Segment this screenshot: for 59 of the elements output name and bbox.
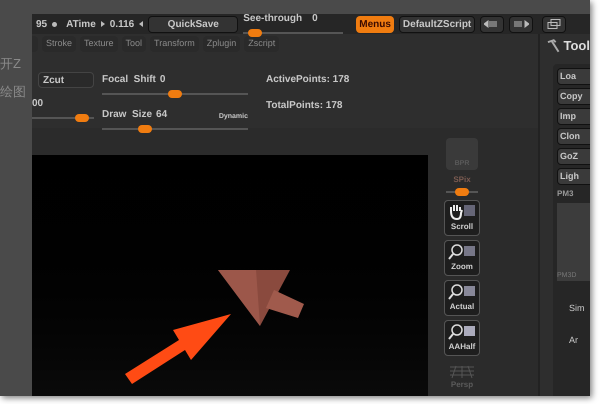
- background-text: 绘图: [0, 82, 27, 100]
- menu-tab[interactable]: Tool: [122, 36, 146, 52]
- background-text: 开Z: [0, 55, 22, 73]
- scroll-right-button[interactable]: [509, 16, 534, 32]
- scroll-left-button[interactable]: [480, 16, 504, 32]
- grid-icon: [448, 365, 476, 379]
- menu-toggle[interactable]: Menus: [356, 16, 394, 32]
- menu-tab[interactable]: Texture: [80, 36, 118, 52]
- slider-value: 00: [32, 97, 44, 111]
- point-count: TotalPoints: 178: [266, 99, 344, 113]
- slider-thumb[interactable]: [248, 29, 262, 37]
- hammer-icon: [546, 39, 560, 53]
- menu-tab[interactable]: Zplugin: [202, 36, 240, 52]
- slider-thumb[interactable]: [168, 90, 182, 98]
- windows-icon: [547, 19, 562, 29]
- magnifier-icon: [448, 323, 476, 341]
- slider-label: SPix: [453, 174, 471, 186]
- slider-thumb[interactable]: [138, 125, 152, 133]
- magnifier-icon: [448, 283, 476, 301]
- triangle-icon: [100, 21, 105, 27]
- palette-label: Ar: [569, 334, 579, 346]
- viewport-canvas[interactable]: [32, 155, 428, 396]
- menu-toggle[interactable]: DefaultZScript: [398, 16, 476, 32]
- tool-button[interactable]: GoZ: [557, 148, 590, 165]
- shelf-button[interactable]: Actual: [444, 280, 480, 316]
- atime-value: 0.116: [110, 18, 134, 32]
- subtool-label: PM3: [557, 188, 574, 200]
- tool-button[interactable]: Ligh: [557, 168, 590, 185]
- hand-icon: [448, 203, 476, 221]
- window-button[interactable]: [542, 16, 566, 32]
- slider-track[interactable]: [32, 114, 94, 122]
- slider-label: Focal Shift: [102, 73, 156, 87]
- slider-value: 0: [160, 73, 166, 87]
- tool-button[interactable]: Loa: [557, 68, 590, 85]
- triangle-icon: [139, 21, 144, 27]
- menu-tab[interactable]: Transform: [150, 36, 199, 52]
- dot-icon: [52, 22, 58, 26]
- tool-button[interactable]: Copy: [557, 88, 590, 105]
- tool-button[interactable]: Clon: [557, 128, 590, 145]
- zcut-button[interactable]: Zcut: [38, 72, 94, 88]
- shelf-button[interactable]: AAHalf: [444, 320, 480, 356]
- slider-thumb[interactable]: [75, 114, 90, 122]
- fps-readout: 95: [36, 18, 48, 32]
- right-arrow-icon: [513, 20, 530, 28]
- see-through-label: See-through: [243, 12, 302, 26]
- slider-label: Draw Size: [102, 108, 152, 122]
- menu-tab[interactable]: Zscript: [244, 36, 280, 52]
- menu-tab[interactable]: Stroke: [42, 36, 76, 52]
- see-through-value: 0: [312, 12, 318, 26]
- palette-label: Sim: [569, 302, 586, 315]
- atime-label: ATime: [66, 18, 96, 32]
- shelf-button[interactable]: Scroll: [444, 200, 480, 236]
- palette-title: Tool: [564, 37, 590, 56]
- quicksave-button[interactable]: QuickSave: [148, 16, 238, 32]
- shelf-button[interactable]: Zoom: [444, 240, 480, 276]
- tool-button[interactable]: Imp: [557, 108, 590, 125]
- magnifier-icon: [448, 243, 476, 261]
- slider-value: 64: [156, 108, 168, 122]
- point-count: ActivePoints: 178: [266, 73, 350, 87]
